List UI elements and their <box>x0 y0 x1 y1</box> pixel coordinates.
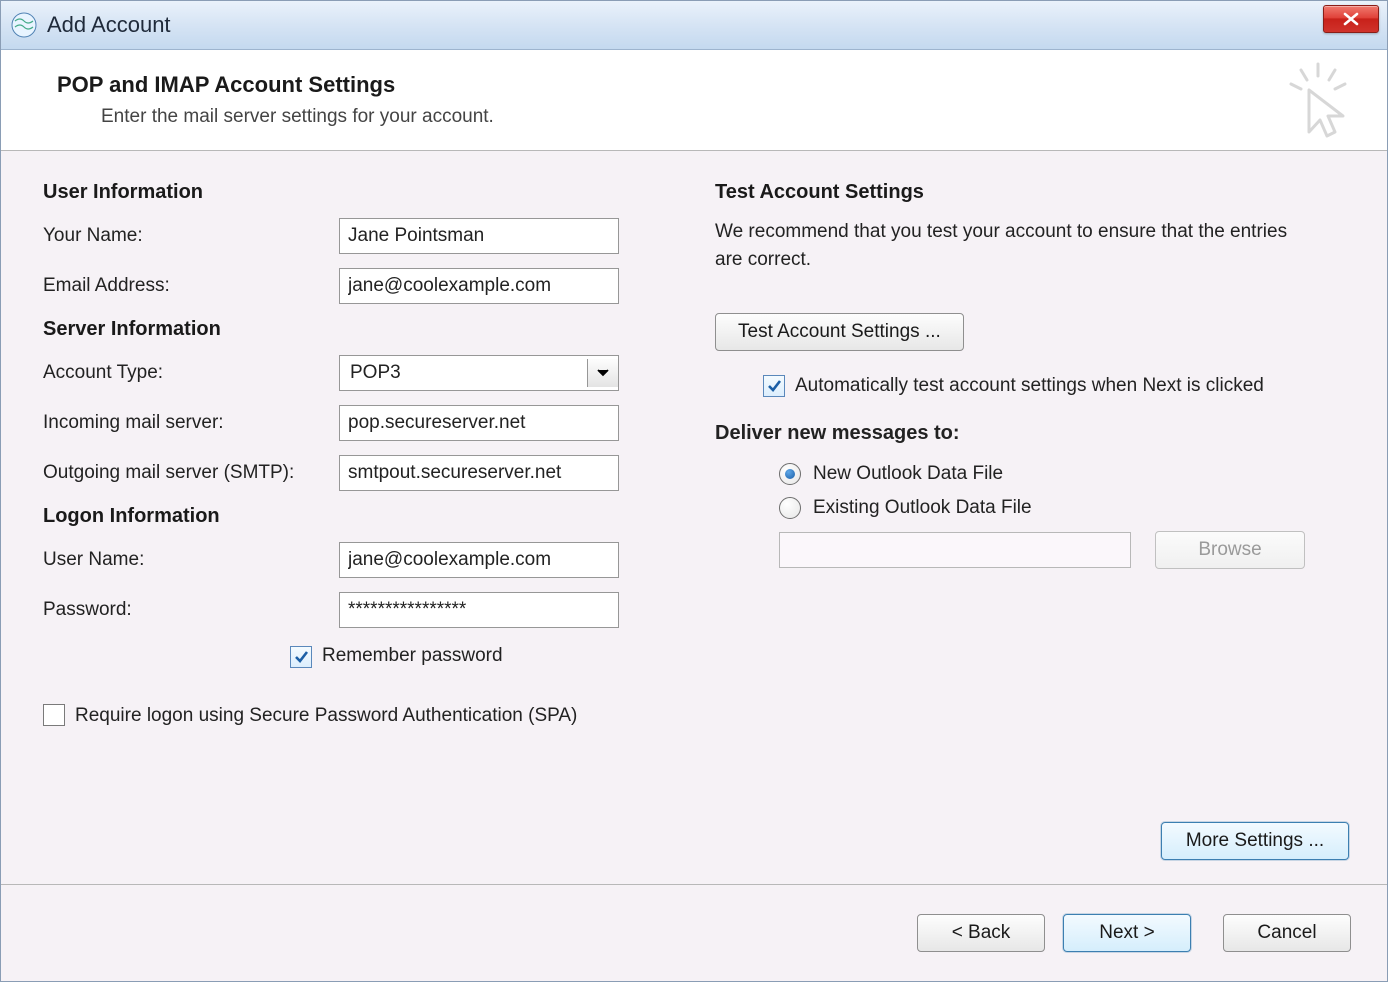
check-icon <box>293 649 309 665</box>
app-icon <box>11 12 37 38</box>
label-account-type: Account Type: <box>43 362 339 384</box>
left-column: User Information Your Name: Email Addres… <box>43 175 653 874</box>
label-username: User Name: <box>43 549 339 571</box>
radio-existing-data-file[interactable] <box>779 497 801 519</box>
test-description: We recommend that you test your account … <box>715 218 1315 273</box>
incoming-server-field[interactable] <box>339 405 619 441</box>
check-icon <box>766 378 782 394</box>
remember-password-label: Remember password <box>322 645 503 667</box>
cursor-click-icon <box>1279 62 1357 145</box>
chevron-down-icon <box>587 359 618 387</box>
close-icon <box>1343 12 1359 26</box>
section-logon-info: Logon Information <box>43 505 653 528</box>
radio-new-label: New Outlook Data File <box>813 463 1003 485</box>
header-title: POP and IMAP Account Settings <box>57 72 1353 98</box>
username-field[interactable] <box>339 542 619 578</box>
account-type-value: POP3 <box>348 362 587 384</box>
back-button[interactable]: < Back <box>917 914 1045 952</box>
auto-test-checkbox[interactable] <box>763 375 785 397</box>
right-column: Test Account Settings We recommend that … <box>653 175 1353 874</box>
radio-new-data-file[interactable] <box>779 463 801 485</box>
spa-checkbox[interactable] <box>43 704 65 726</box>
add-account-window: Add Account POP and IMAP Account Setting… <box>0 0 1388 982</box>
label-outgoing-server: Outgoing mail server (SMTP): <box>43 462 339 484</box>
remember-password-checkbox[interactable] <box>290 646 312 668</box>
password-field[interactable] <box>339 592 619 628</box>
radio-existing-label: Existing Outlook Data File <box>813 497 1032 519</box>
spa-label: Require logon using Secure Password Auth… <box>75 702 577 730</box>
next-button[interactable]: Next > <box>1063 914 1191 952</box>
label-password: Password: <box>43 599 339 621</box>
outgoing-server-field[interactable] <box>339 455 619 491</box>
more-settings-button[interactable]: More Settings ... <box>1161 822 1349 860</box>
wizard-footer: < Back Next > Cancel <box>1 884 1387 981</box>
cancel-button[interactable]: Cancel <box>1223 914 1351 952</box>
account-type-dropdown[interactable]: POP3 <box>339 355 619 391</box>
section-test: Test Account Settings <box>715 181 1353 204</box>
wizard-body: User Information Your Name: Email Addres… <box>1 151 1387 884</box>
label-your-name: Your Name: <box>43 225 339 247</box>
email-field[interactable] <box>339 268 619 304</box>
label-email: Email Address: <box>43 275 339 297</box>
window-title: Add Account <box>47 12 171 38</box>
your-name-field[interactable] <box>339 218 619 254</box>
section-deliver: Deliver new messages to: <box>715 422 1353 445</box>
close-button[interactable] <box>1323 5 1379 33</box>
wizard-header: POP and IMAP Account Settings Enter the … <box>1 50 1387 151</box>
label-incoming-server: Incoming mail server: <box>43 412 339 434</box>
header-subtitle: Enter the mail server settings for your … <box>101 106 1353 128</box>
section-server-info: Server Information <box>43 318 653 341</box>
auto-test-label: Automatically test account settings when… <box>795 373 1264 400</box>
titlebar: Add Account <box>1 1 1387 50</box>
section-user-info: User Information <box>43 181 653 204</box>
browse-button: Browse <box>1155 531 1305 569</box>
existing-file-field <box>779 532 1131 568</box>
test-account-button[interactable]: Test Account Settings ... <box>715 313 964 351</box>
